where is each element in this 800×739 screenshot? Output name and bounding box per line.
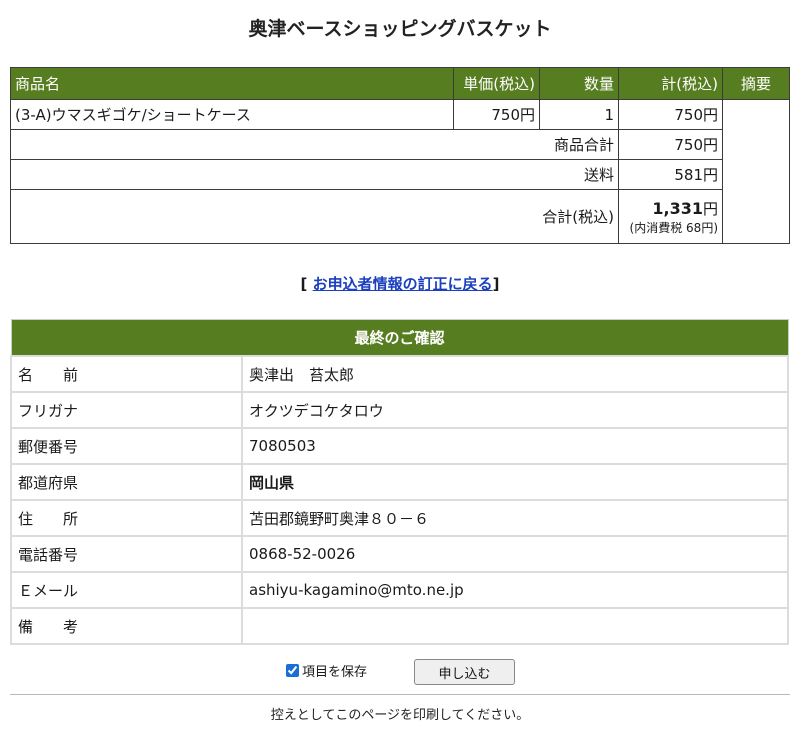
value-prefecture: 岡山県 [241, 463, 789, 501]
confirm-heading: 最終のご確認 [10, 319, 789, 357]
shipping-value: 581円 [618, 159, 723, 190]
item-subtotal: 750円 [618, 99, 723, 130]
save-items-label: 項目を保存 [302, 665, 368, 680]
grand-total-number: 1,331 [652, 198, 703, 218]
grand-total-cell: 1,331円 (内消費税 68円) [618, 189, 723, 244]
item-unit-price: 750円 [453, 99, 540, 130]
bracket-close: ] [492, 275, 500, 293]
value-phone: 0868-52-0026 [241, 535, 789, 573]
print-note: 控えとしてこのページを印刷してください。 [270, 708, 530, 723]
grand-total-label: 合計(税込) [10, 189, 619, 244]
shipping-label: 送料 [10, 159, 619, 190]
col-header-memo: 摘要 [722, 67, 790, 100]
back-link-row: [ お申込者情報の訂正に戻る] [0, 273, 800, 294]
save-items-checkbox[interactable] [286, 664, 299, 677]
value-postal-code: 7080503 [241, 427, 789, 465]
value-remarks [241, 607, 789, 645]
goods-total-value: 750円 [618, 129, 723, 160]
confirm-row-name: 名 前 奥津出 苔太郎 [10, 355, 789, 393]
col-header-subtotal: 計(税込) [618, 67, 723, 100]
value-address: 苫田郡鏡野町奥津８０－６ [241, 499, 789, 537]
col-header-qty: 数量 [539, 67, 619, 100]
label-furigana: フリガナ [10, 391, 243, 429]
memo-cell [722, 99, 790, 244]
label-address: 住 所 [10, 499, 243, 537]
tax-note: (内消費税 68円) [629, 220, 718, 235]
basket-table: 商品名 単価(税込) 数量 計(税込) 摘要 (3-A)ウマスギゴケ/ショートケ… [10, 67, 790, 244]
bracket-open: [ [300, 275, 308, 293]
confirm-row-postal-code: 郵便番号 7080503 [10, 427, 789, 465]
label-phone: 電話番号 [10, 535, 243, 573]
item-name: (3-A)ウマスギゴケ/ショートケース [10, 99, 454, 130]
page-title: 奥津ベースショッピングバスケット [248, 18, 552, 40]
confirm-row-email: Ｅメール ashiyu-kagamino@mto.ne.jp [10, 571, 789, 609]
submit-button[interactable]: 申し込む [414, 659, 515, 685]
confirm-row-phone: 電話番号 0868-52-0026 [10, 535, 789, 573]
divider [10, 694, 790, 695]
label-prefecture: 都道府県 [10, 463, 243, 501]
goods-total-label: 商品合計 [10, 129, 619, 160]
col-header-unit-price: 単価(税込) [453, 67, 540, 100]
save-items-row[interactable]: 項目を保存 [286, 661, 367, 680]
confirm-row-prefecture: 都道府県 岡山県 [10, 463, 789, 501]
col-header-name: 商品名 [10, 67, 454, 100]
label-postal-code: 郵便番号 [10, 427, 243, 465]
label-email: Ｅメール [10, 571, 243, 609]
value-name: 奥津出 苔太郎 [241, 355, 789, 393]
confirm-header-row: 最終のご確認 [10, 319, 789, 357]
goods-total-row: 商品合計 750円 [10, 129, 790, 160]
back-to-applicant-info-link[interactable]: お申込者情報の訂正に戻る [313, 275, 493, 293]
shipping-row: 送料 581円 [10, 159, 790, 190]
confirm-row-remarks: 備 考 [10, 607, 789, 645]
grand-total-row: 合計(税込) 1,331円 (内消費税 68円) [10, 189, 790, 244]
confirm-row-furigana: フリガナ オクツデコケタロウ [10, 391, 789, 429]
item-qty: 1 [539, 99, 619, 130]
value-email: ashiyu-kagamino@mto.ne.jp [241, 571, 789, 609]
grand-total-unit: 円 [702, 199, 718, 218]
confirm-table: 最終のご確認 名 前 奥津出 苔太郎 フリガナ オクツデコケタロウ 郵便番号 7… [10, 319, 789, 645]
value-furigana: オクツデコケタロウ [241, 391, 789, 429]
label-remarks: 備 考 [10, 607, 243, 645]
confirm-row-address: 住 所 苫田郡鏡野町奥津８０－６ [10, 499, 789, 537]
table-row: (3-A)ウマスギゴケ/ショートケース 750円 1 750円 [10, 99, 790, 244]
label-name: 名 前 [10, 355, 243, 393]
basket-header-row: 商品名 単価(税込) 数量 計(税込) 摘要 [10, 67, 790, 100]
